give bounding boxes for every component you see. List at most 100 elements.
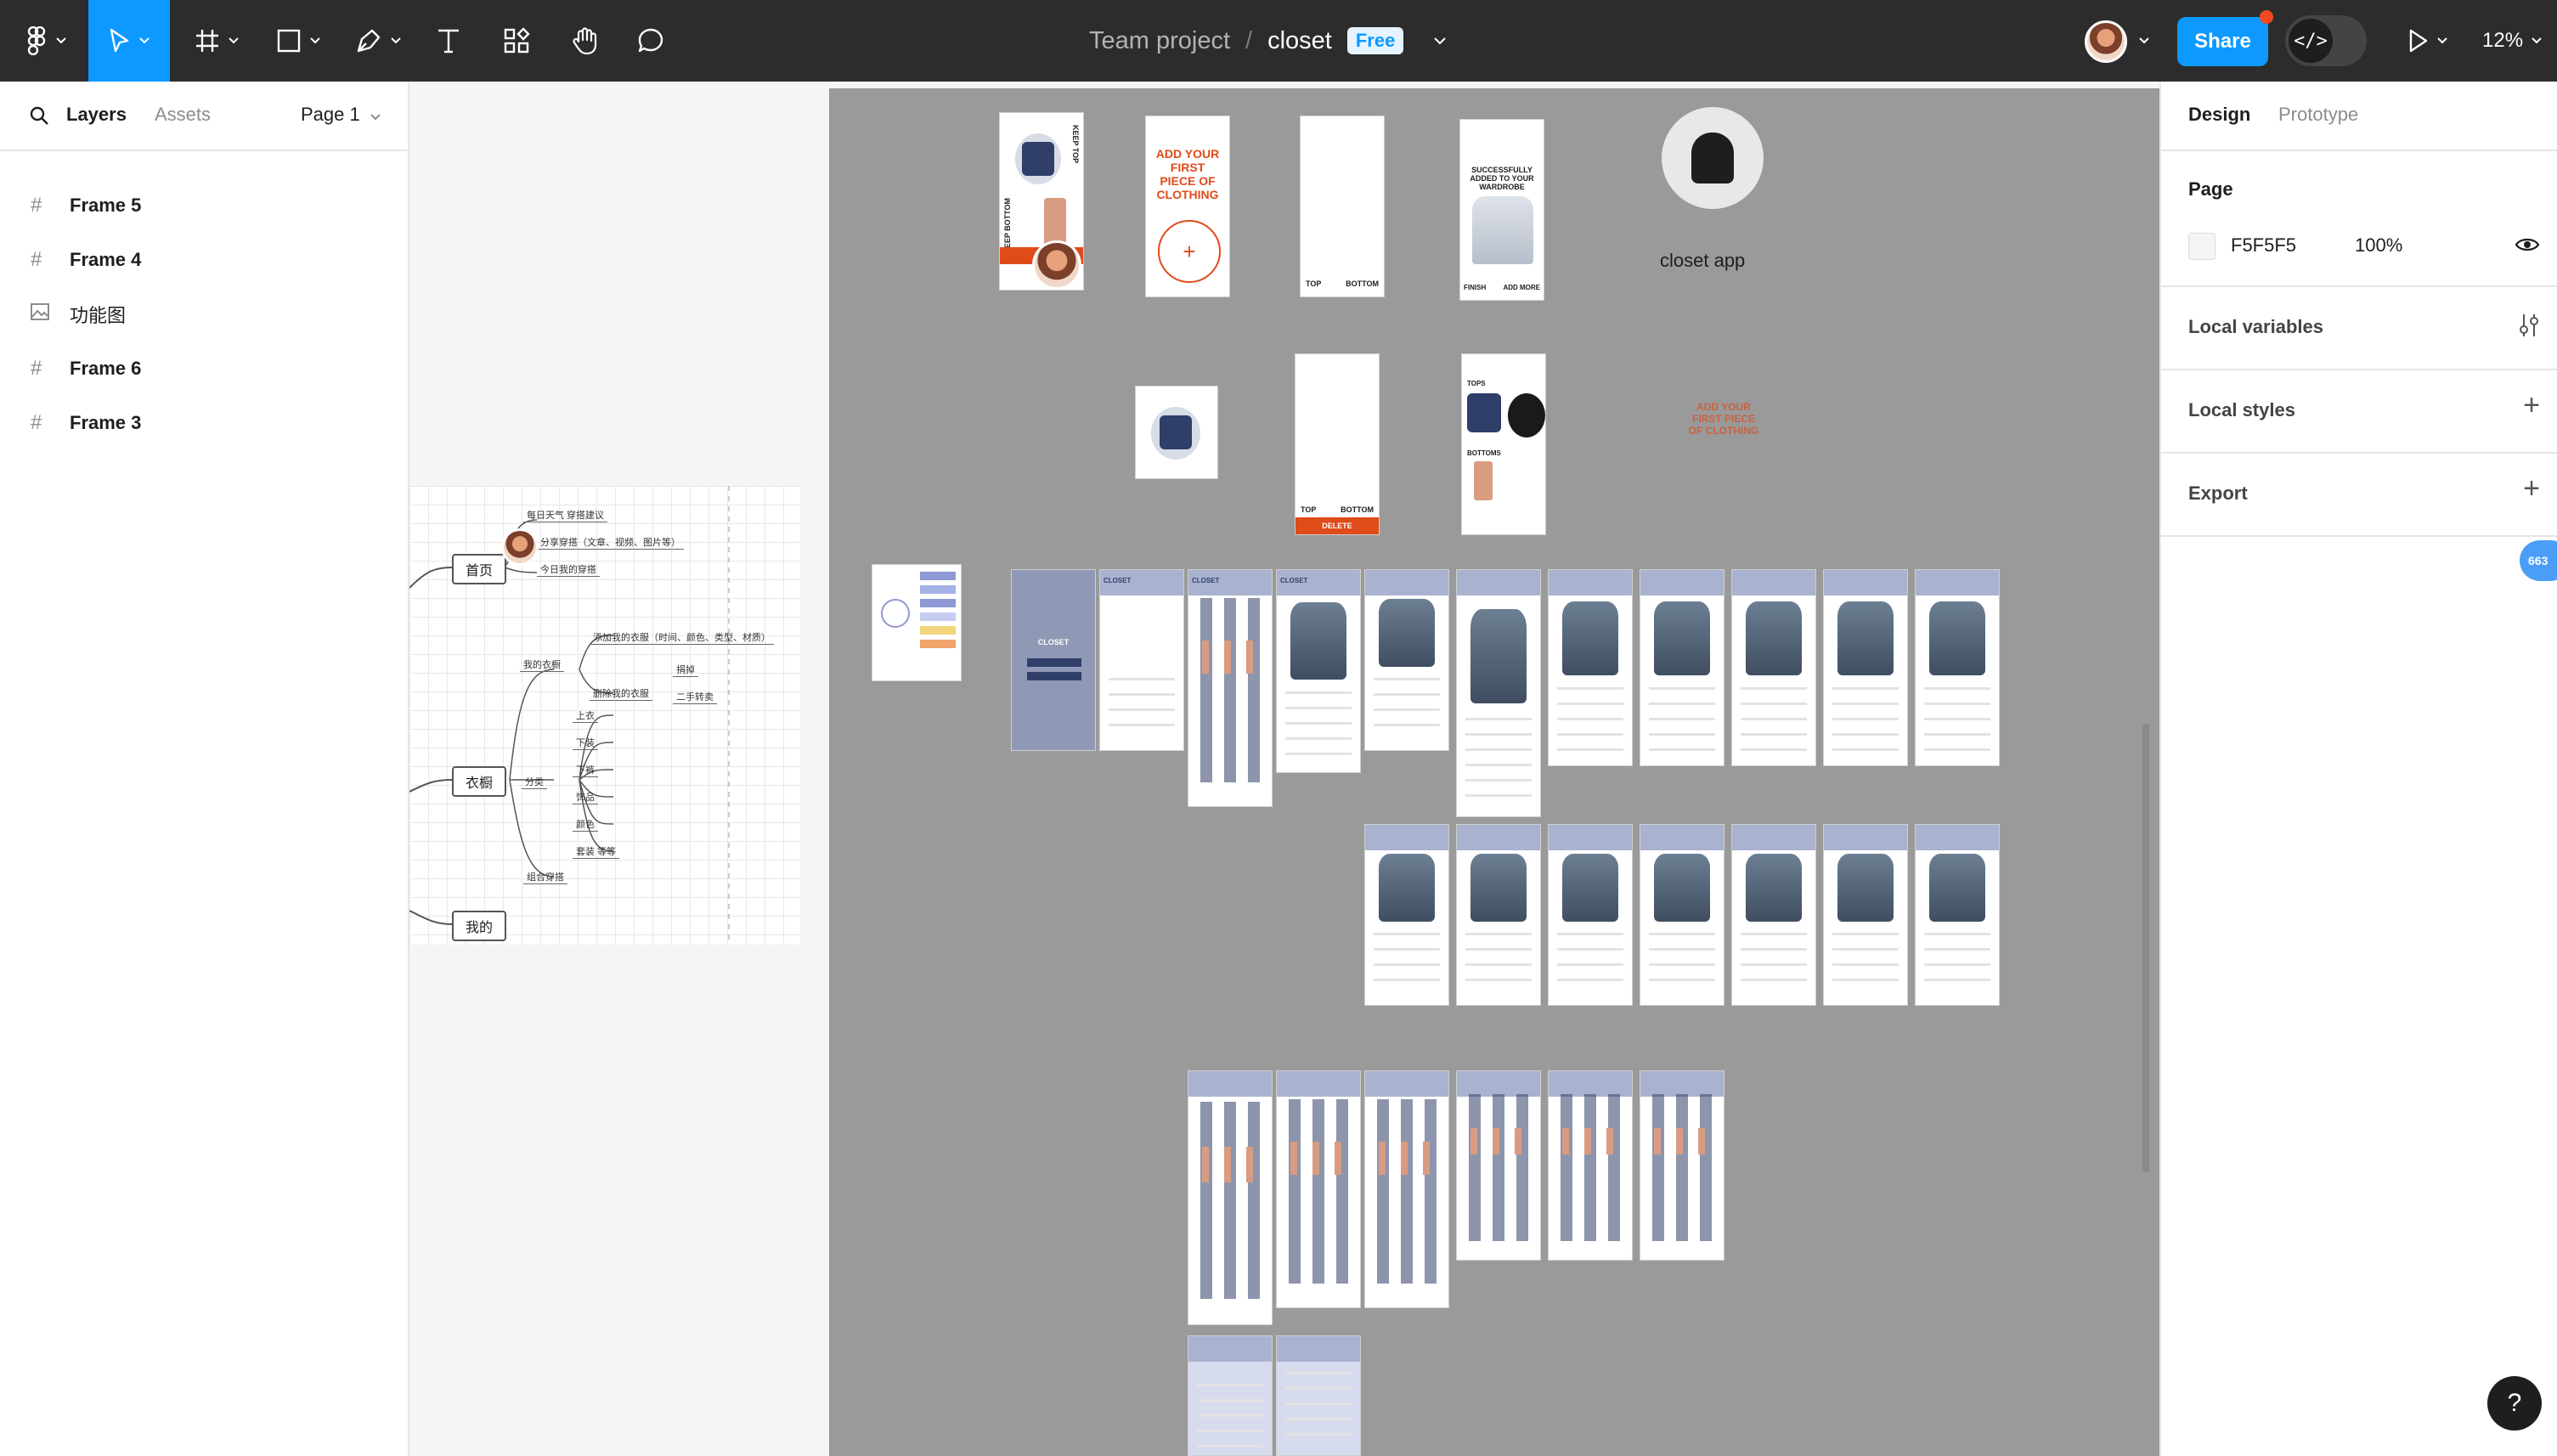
figma-logo-icon — [27, 26, 46, 55]
chevron-down-icon — [310, 37, 320, 44]
frame-tool-button[interactable] — [187, 19, 246, 63]
screen-item-filter[interactable] — [1640, 824, 1724, 1006]
layer-item[interactable]: # Frame 3 — [0, 396, 408, 450]
text-tool-button[interactable] — [426, 19, 471, 63]
design-section[interactable]: KEEP TOP KEEP BOTTOM ADD YOUR FIRST PIEC… — [829, 88, 2159, 1456]
screen-closet-splash[interactable]: CLOSET — [1011, 569, 1096, 751]
hand-tool-button[interactable] — [562, 19, 607, 63]
pen-tool-button[interactable] — [348, 19, 408, 63]
screen-item-filter[interactable] — [1731, 824, 1816, 1006]
eye-icon[interactable] — [2515, 236, 2540, 253]
tab-layers[interactable]: Layers — [66, 104, 127, 126]
add-style-icon[interactable]: + — [2523, 389, 2540, 422]
mindmap-leaf: 组合穿搭 — [523, 870, 567, 884]
screen-item-filter[interactable] — [1823, 824, 1908, 1006]
screen-tops-bottoms[interactable]: TOPS BOTTOMS — [1461, 353, 1546, 535]
screen-item-filter[interactable] — [1364, 824, 1449, 1006]
layer-item[interactable]: 功能图 — [0, 287, 408, 341]
tab-prototype[interactable]: Prototype — [2278, 104, 2358, 126]
mindmap-leaf: 删除我的衣服 — [590, 686, 652, 701]
mindmap-image[interactable]: 首页 衣橱 我的 每日天气 穿搭建议 分享穿搭（文章、视频、图片等） 今日我的穿… — [409, 486, 800, 945]
help-button[interactable]: ? — [2487, 1376, 2542, 1431]
chevron-down-icon[interactable] — [1434, 37, 1447, 45]
screen-closet-grid[interactable] — [1276, 1070, 1361, 1308]
top-label: TOP — [1306, 279, 1322, 288]
tab-design[interactable]: Design — [2188, 104, 2250, 126]
screen-keep-frame[interactable]: KEEP TOP KEEP BOTTOM — [999, 112, 1084, 291]
screen-item-detail[interactable] — [1364, 569, 1449, 751]
screen-item-filter[interactable] — [1456, 824, 1541, 1006]
local-variables-label: Local variables — [2188, 316, 2323, 337]
project-name[interactable]: Team project — [1089, 27, 1230, 55]
chevron-down-icon — [229, 37, 239, 44]
screen-closet-grid[interactable] — [1456, 1070, 1541, 1261]
screen-item-detail[interactable] — [1915, 569, 2000, 766]
canvas[interactable]: 首页 衣橱 我的 每日天气 穿搭建议 分享穿搭（文章、视频、图片等） 今日我的穿… — [409, 82, 2159, 1456]
delete-label: DELETE — [1295, 517, 1379, 534]
shape-tool-button[interactable] — [268, 19, 328, 63]
screen-item-filter[interactable] — [1915, 824, 2000, 1006]
mindmap-leaf: 上衣 — [573, 708, 598, 723]
screen-closet-detail[interactable]: CLOSET — [1276, 569, 1361, 773]
zoom-control[interactable]: 12% — [2482, 0, 2542, 82]
user-avatar[interactable] — [2085, 20, 2127, 63]
screen-profile[interactable] — [1188, 1335, 1273, 1456]
screen-item-detail[interactable] — [1640, 569, 1724, 766]
screen-item-filter[interactable] — [1548, 824, 1633, 1006]
screen-item-detail[interactable] — [1456, 569, 1541, 817]
local-variables-section[interactable]: Local variables — [2161, 287, 2557, 370]
layer-name: Frame 4 — [70, 249, 142, 270]
layer-name: 功能图 — [70, 305, 127, 326]
add-export-icon[interactable]: + — [2523, 472, 2540, 505]
page-selector[interactable]: Page 1 — [301, 104, 381, 126]
chevron-down-icon — [56, 37, 66, 44]
screen-closet-home[interactable]: CLOSET — [1099, 569, 1184, 751]
resources-button[interactable] — [494, 19, 539, 63]
screen-item-detail[interactable] — [1548, 569, 1633, 766]
screen-top-bottom[interactable]: TOP BOTTOM — [1300, 116, 1385, 297]
screen-closet-grid[interactable] — [1548, 1070, 1633, 1261]
tab-assets[interactable]: Assets — [155, 104, 211, 126]
screen-closet-grid[interactable] — [1640, 1070, 1724, 1261]
layer-name: Frame 6 — [70, 358, 142, 379]
move-tool-button[interactable] — [88, 0, 170, 82]
screen-preview-small[interactable] — [1135, 386, 1218, 479]
comment-icon — [638, 28, 663, 53]
present-button[interactable] — [2397, 19, 2458, 63]
collaborator-cursor-badge: 663 — [2520, 540, 2557, 581]
screen-delete[interactable]: TOP BOTTOM DELETE — [1295, 353, 1380, 535]
file-name[interactable]: closet — [1267, 27, 1332, 55]
screen-add-first[interactable]: ADD YOUR FIRST PIECE OF CLOTHING + — [1145, 116, 1230, 297]
screen-settings[interactable] — [1276, 1335, 1361, 1456]
cursor-icon — [110, 28, 129, 53]
screen-closet-grid[interactable] — [1188, 1070, 1273, 1325]
pen-icon — [357, 29, 381, 53]
page-opacity-value[interactable]: 100% — [2355, 234, 2402, 257]
app-title-text: closet app — [1660, 250, 1746, 271]
add-circle-button: + — [1158, 220, 1221, 283]
variables-settings-icon[interactable] — [2518, 313, 2540, 338]
export-section[interactable]: Export + — [2161, 454, 2557, 537]
screen-palette[interactable] — [872, 564, 962, 681]
main-menu-button[interactable] — [19, 19, 73, 63]
layer-name: Frame 3 — [70, 412, 142, 433]
share-button[interactable]: Share — [2177, 17, 2268, 66]
screen-item-detail[interactable] — [1823, 569, 1908, 766]
comment-tool-button[interactable] — [629, 19, 673, 63]
screen-closet-grid[interactable]: CLOSET — [1188, 569, 1273, 807]
page-color-swatch[interactable] — [2188, 233, 2216, 260]
layer-item[interactable]: # Frame 4 — [0, 233, 408, 287]
layer-item[interactable]: # Frame 6 — [0, 341, 408, 396]
screen-item-detail[interactable] — [1731, 569, 1816, 766]
screen-success[interactable]: SUCCESSFULLY ADDED TO YOUR WARDROBE FINI… — [1459, 119, 1544, 301]
closet-label: CLOSET — [1037, 638, 1070, 646]
search-icon[interactable] — [29, 105, 49, 126]
screen-closet-grid[interactable] — [1364, 1070, 1449, 1308]
vertical-scrollbar[interactable] — [2142, 724, 2149, 1172]
local-styles-section[interactable]: Local styles + — [2161, 370, 2557, 454]
page-color-value[interactable]: F5F5F5 — [2231, 234, 2296, 257]
chevron-down-icon[interactable] — [2139, 37, 2149, 44]
closet-label: CLOSET — [1192, 577, 1220, 584]
dev-mode-toggle[interactable]: </> — [2285, 15, 2367, 66]
layer-item[interactable]: # Frame 5 — [0, 178, 408, 233]
